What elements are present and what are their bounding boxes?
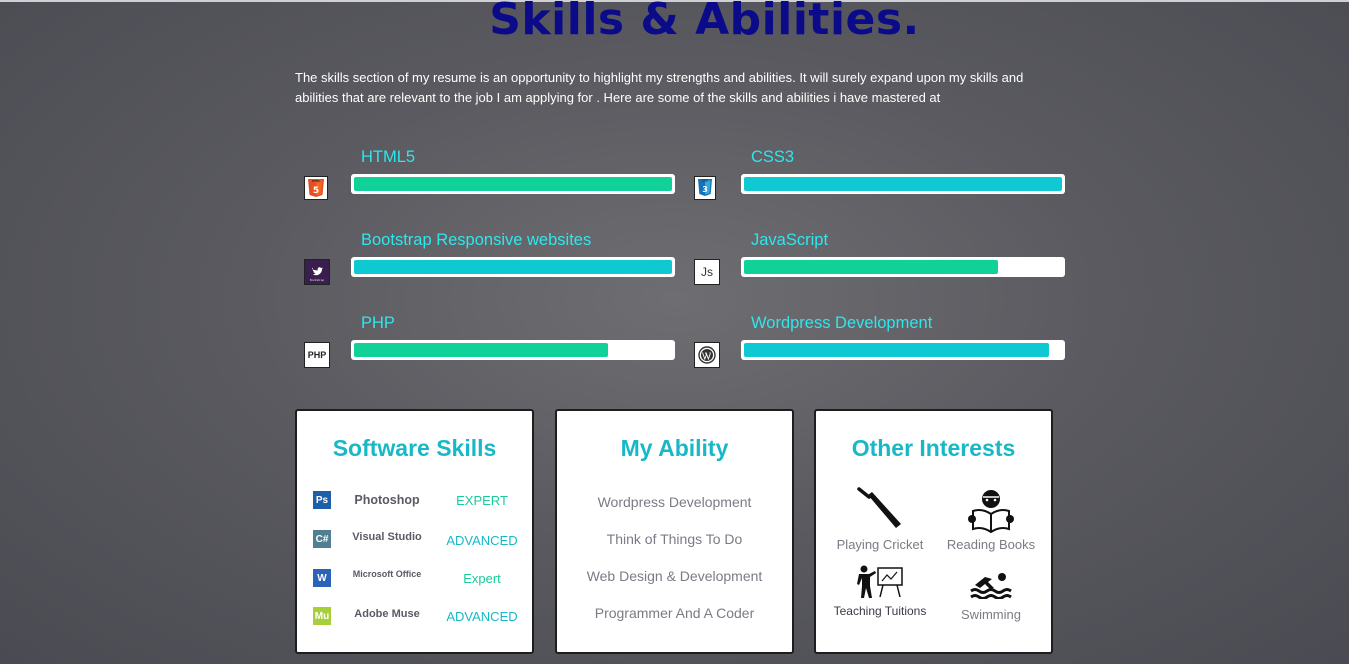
- skill-progress-fill: [354, 260, 672, 274]
- bootstrap-icon: Bootstrap: [304, 259, 330, 285]
- interest-item: Playing Cricket: [825, 483, 935, 552]
- software-name: Visual Studio: [352, 531, 422, 543]
- skill-label: Bootstrap Responsive websites: [361, 231, 592, 249]
- skill-progress-bar: [351, 174, 675, 194]
- skill-progress-fill: [744, 343, 1050, 357]
- page-title: Skills & Abilities.: [489, 0, 920, 45]
- software-level: Expert: [463, 571, 501, 586]
- software-name: Adobe Muse: [354, 608, 420, 620]
- my-ability-card: My Ability Wordpress Development Think o…: [555, 409, 794, 654]
- svg-text:3: 3: [702, 185, 708, 194]
- html5-icon: HTML 5: [304, 176, 328, 200]
- microsoft-word-icon: W: [313, 569, 331, 587]
- skill-wordpress: Wordpress Development: [686, 314, 1066, 374]
- css3-icon: CSS 3: [694, 176, 716, 200]
- skill-progress-bar: [741, 257, 1065, 277]
- skill-php: PHP PHP: [296, 314, 676, 374]
- interest-label: Swimming: [961, 607, 1021, 622]
- skill-progress-bar: [351, 340, 675, 360]
- skill-bootstrap: Bootstrap Bootstrap Responsive websites: [296, 231, 676, 291]
- skill-label: HTML5: [361, 148, 416, 166]
- skill-html5: HTML 5 HTML5: [296, 148, 676, 208]
- skill-css3: CSS 3 CSS3: [686, 148, 1066, 208]
- software-level: ADVANCED: [446, 609, 518, 624]
- skill-progress-bar: [741, 340, 1065, 360]
- software-row: C# Visual Studio ADVANCED: [297, 529, 532, 559]
- skill-label: PHP: [361, 314, 395, 332]
- software-name: Microsoft Office: [352, 569, 422, 579]
- interest-item: Swimming: [936, 565, 1046, 622]
- ability-item: Wordpress Development: [597, 494, 752, 510]
- svg-text:CSS: CSS: [702, 179, 708, 183]
- other-interests-heading: Other Interests: [851, 435, 1016, 461]
- skill-progress-fill: [744, 260, 999, 274]
- my-ability-heading: My Ability: [620, 435, 729, 461]
- software-row: W Microsoft Office Expert: [297, 567, 532, 597]
- swimming-icon: [936, 565, 1046, 599]
- svg-text:Bootstrap: Bootstrap: [310, 278, 325, 282]
- skill-label: CSS3: [751, 148, 795, 166]
- software-row: Mu Adobe Muse ADVANCED: [297, 605, 532, 635]
- cricket-bat-icon: [825, 483, 935, 533]
- interest-item: Teaching Tuitions: [825, 565, 935, 619]
- intro-text: The skills section of my resume is an op…: [295, 70, 1024, 105]
- adobe-muse-icon: Mu: [313, 607, 331, 625]
- software-level: ADVANCED: [446, 533, 518, 548]
- wordpress-icon: [694, 342, 720, 368]
- software-skills-card: Software Skills Ps Photoshop EXPERT C# V…: [295, 409, 534, 654]
- other-interests-card: Other Interests Playing Cricket Reading …: [814, 409, 1053, 654]
- interest-label: Playing Cricket: [836, 537, 924, 552]
- php-icon: PHP: [304, 342, 330, 368]
- interest-label: Teaching Tuitions: [833, 604, 927, 618]
- javascript-icon: Js: [694, 259, 720, 285]
- skill-label: Wordpress Development: [751, 314, 933, 332]
- interest-item: Reading Books: [936, 483, 1046, 552]
- ability-item: Think of Things To Do: [606, 531, 743, 547]
- skill-javascript: Js JavaScript: [686, 231, 1066, 291]
- visual-studio-icon: C#: [313, 530, 331, 548]
- software-skills-heading: Software Skills: [332, 435, 497, 461]
- svg-text:HTML: HTML: [312, 179, 321, 183]
- svg-text:5: 5: [313, 186, 319, 196]
- skill-progress-bar: [741, 174, 1065, 194]
- interest-label: Reading Books: [946, 537, 1036, 552]
- photoshop-icon: Ps: [313, 491, 331, 509]
- ability-item: Programmer And A Coder: [594, 605, 755, 621]
- software-level: EXPERT: [456, 493, 508, 508]
- software-name: Photoshop: [354, 493, 420, 507]
- skill-progress-fill: [354, 343, 609, 357]
- skill-progress-fill: [354, 177, 672, 191]
- teaching-icon: [825, 565, 935, 599]
- ability-item: Web Design & Development: [586, 568, 763, 584]
- reading-icon: [936, 483, 1046, 533]
- skill-progress-fill: [744, 177, 1062, 191]
- skill-progress-bar: [351, 257, 675, 277]
- skill-label: JavaScript: [751, 231, 829, 249]
- software-row: Ps Photoshop EXPERT: [297, 491, 532, 521]
